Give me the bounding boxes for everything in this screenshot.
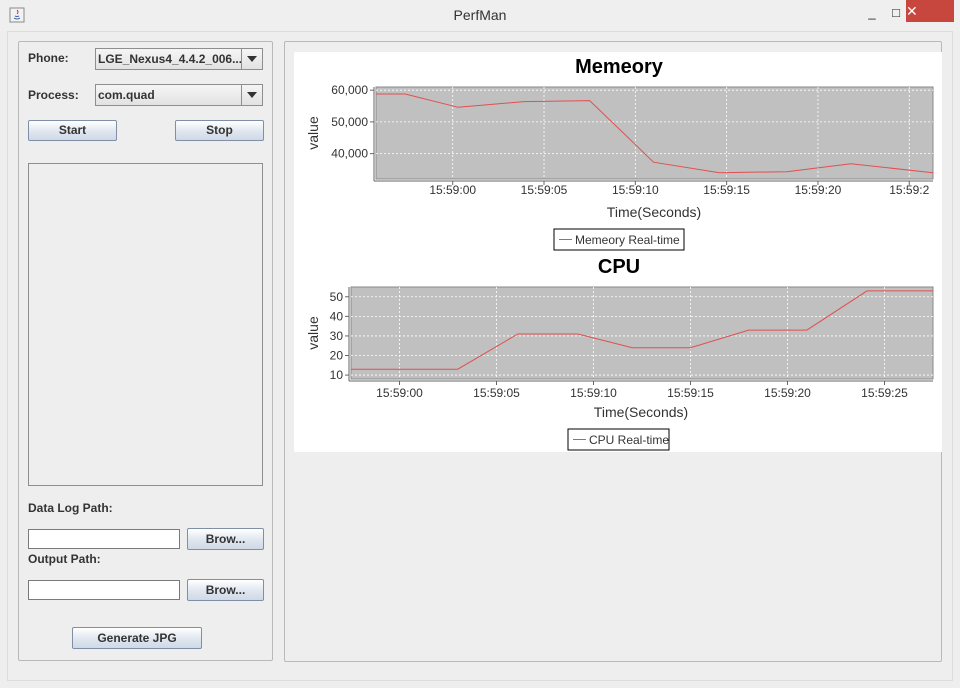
cpu-y-axis-label: value — [305, 316, 321, 350]
cpu-x-tick-label: 15:59:10 — [570, 386, 617, 400]
chart-canvas: Memeory 15:59:00 15:59:05 15:59:10 15:59:15 1… — [294, 52, 942, 452]
cpu-x-tick-label: 15:59:05 — [473, 386, 520, 400]
cpu-chart-title: CPU — [598, 256, 640, 278]
chevron-down-icon[interactable] — [241, 85, 262, 105]
cpu-plot-area — [350, 286, 934, 380]
memory-x-axis-label: Time(Seconds) — [607, 204, 701, 220]
output-browse-button[interactable]: Brow... — [187, 579, 264, 601]
charts-svg: Memeory 15:59:00 15:59:05 15:59:10 15:59:15 1… — [305, 56, 934, 451]
phone-select[interactable]: LGE_Nexus4_4.4.2_006... — [95, 48, 263, 70]
cpu-x-axis-label: Time(Seconds) — [594, 404, 688, 420]
phone-select-value: LGE_Nexus4_4.4.2_006... — [98, 52, 242, 66]
cpu-y-tick-label: 40 — [330, 309, 344, 323]
close-button[interactable]: ✕ — [906, 0, 954, 22]
data-log-browse-button[interactable]: Brow... — [187, 528, 264, 550]
memory-plot-area — [375, 86, 934, 180]
memory-y-axis-label: value — [305, 116, 321, 150]
memory-x-tick-label: 15:59:2 — [889, 183, 929, 197]
data-log-path-input[interactable] — [28, 529, 180, 549]
chevron-down-icon[interactable] — [241, 49, 262, 69]
process-select-value: com.quad — [98, 88, 155, 102]
memory-y-tick-label: 40,000 — [331, 147, 368, 161]
cpu-y-tick-label: 30 — [330, 329, 344, 343]
cpu-x-tick-label: 15:59:00 — [376, 386, 423, 400]
cpu-x-tick-label: 15:59:15 — [667, 386, 714, 400]
memory-chart-title: Memeory — [575, 56, 664, 78]
phone-label: Phone: — [28, 51, 69, 65]
start-button[interactable]: Start — [28, 120, 117, 141]
memory-x-tick-label: 15:59:10 — [612, 183, 659, 197]
memory-x-tick-label: 15:59:20 — [795, 183, 842, 197]
process-select[interactable]: com.quad — [95, 84, 263, 106]
data-log-path-label: Data Log Path: — [28, 501, 113, 515]
output-path-input[interactable] — [28, 580, 180, 600]
memory-y-tick-label: 50,000 — [331, 115, 368, 129]
cpu-x-tick-label: 15:59:25 — [861, 386, 908, 400]
memory-legend-label: Memeory Real-time — [575, 233, 680, 247]
log-output-area[interactable] — [28, 163, 263, 486]
memory-x-tick-label: 15:59:05 — [521, 183, 568, 197]
stop-button[interactable]: Stop — [175, 120, 264, 141]
cpu-legend-label: CPU Real-time — [589, 433, 669, 447]
cpu-y-tick-label: 50 — [330, 290, 344, 304]
cpu-x-tick-label: 15:59:20 — [764, 386, 811, 400]
output-path-label: Output Path: — [28, 552, 101, 566]
memory-x-tick-label: 15:59:15 — [703, 183, 750, 197]
window-title: PerfMan — [453, 7, 507, 23]
memory-x-tick-label: 15:59:00 — [429, 183, 476, 197]
generate-jpg-button[interactable]: Generate JPG — [72, 627, 202, 649]
process-label: Process: — [28, 88, 79, 102]
cpu-y-tick-label: 10 — [330, 368, 344, 382]
memory-y-tick-label: 60,000 — [331, 83, 368, 97]
cpu-y-tick-label: 20 — [330, 349, 344, 363]
